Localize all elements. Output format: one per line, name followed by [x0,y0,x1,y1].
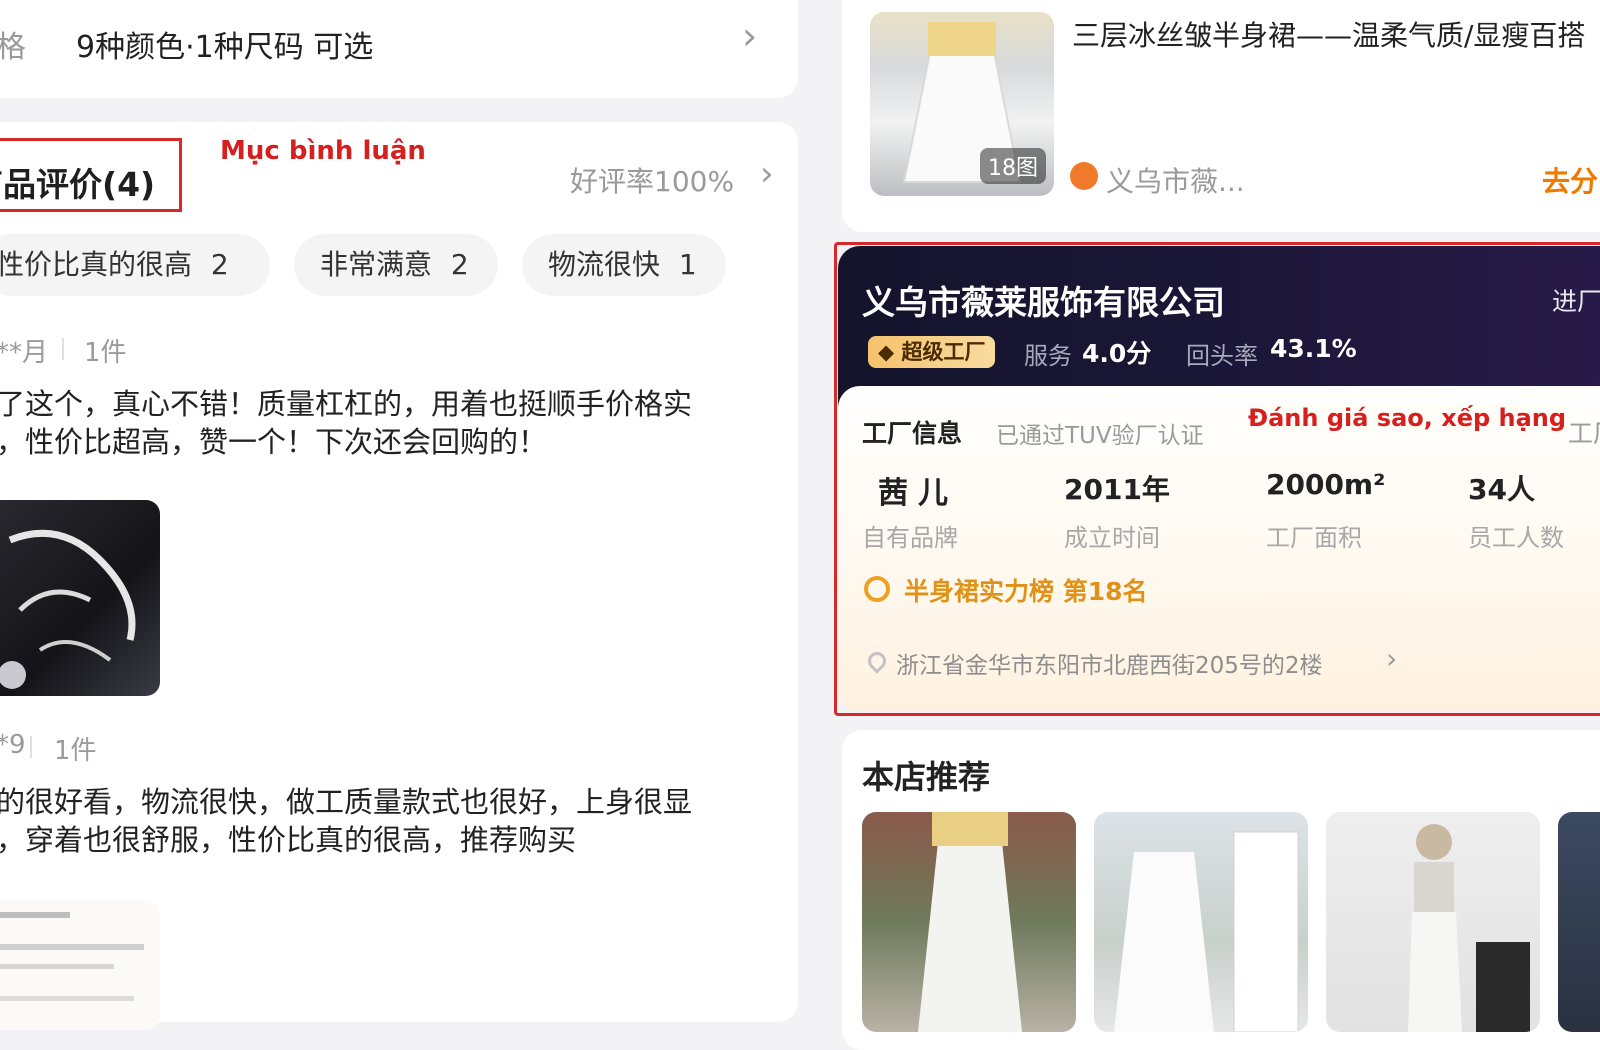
review-user: **月 [0,338,49,368]
related-product-image[interactable]: 18图 [870,12,1054,196]
review-user: *9 [0,730,26,760]
recommend-item-art [1408,824,1530,1032]
review-text-line: 的很好看，物流很快，做工质量款式也很好，上身很显 [0,785,693,819]
review-tag[interactable]: 性价比真的很高 2 [0,234,270,296]
tag-label: 物流很快 [548,248,661,281]
review-qty: 1件 [54,736,97,766]
related-product-title[interactable]: 三层冰丝皱半身裙——温柔气质/显瘦百搭 [1072,14,1585,54]
recommend-title: 本店推荐 [862,758,991,796]
reviews-card: 商品评价(4) Mục bình luận 好评率100% › 性价比真的很高 … [0,122,798,1030]
review-photo-art [0,529,136,689]
review-photo-art [0,912,144,1001]
review-tag[interactable]: 非常满意 2 [294,234,498,296]
recommend-item[interactable] [1558,812,1600,1032]
review-text-line: ，性价比超高，赞一个！下次还会回购的！ [0,425,548,459]
recommend-card: 本店推荐 [842,730,1600,1050]
image-count-badge: 18图 [980,148,1046,184]
factory-card-highlight [834,242,1600,716]
share-button[interactable]: 去分 [1542,160,1598,200]
spec-prefix: 格 [0,30,26,65]
tag-label: 性价比真的很高 [0,248,193,281]
review-qty: 1件 [84,338,127,368]
spec-card[interactable]: 格 9种颜色·1种尺码 可选 › [0,0,798,98]
tag-count: 2 [210,248,229,281]
recommend-item[interactable] [1094,812,1308,1032]
review-photo[interactable] [0,500,160,696]
divider [30,736,32,758]
divider [62,338,64,360]
review-text-line: ，穿着也很舒服，性价比真的很高，推荐购买 [0,823,577,857]
spec-text: 9种颜色·1种尺码 可选 [76,30,374,65]
tag-count: 2 [450,248,469,281]
recommend-item[interactable] [862,812,1076,1032]
reviews-title[interactable]: 商品评价(4) [0,158,155,206]
positive-rate[interactable]: 好评率100% [570,160,734,200]
review-text-line: 了这个，真心不错！质量杠杠的，用着也挺顺手价格实 [0,387,693,421]
tag-count: 1 [678,248,697,281]
chevron-right-icon: › [742,14,758,58]
reviews-annotation: Mục bình luận [220,136,426,166]
review-tag[interactable]: 物流很快 1 [522,234,726,296]
review-photo[interactable] [0,900,160,1030]
recommend-item[interactable] [1326,812,1540,1032]
recommend-item-art [1114,831,1299,1032]
recommend-item-art [918,812,1022,1032]
chevron-right-icon: › [760,154,774,194]
related-product-card[interactable]: 18图 三层冰丝皱半身裙——温柔气质/显瘦百搭 义乌市薇... 去分 [842,0,1600,232]
shop-avatar-icon [1070,162,1098,190]
tag-label: 非常满意 [320,248,433,281]
related-shop-name[interactable]: 义乌市薇... [1106,160,1245,200]
